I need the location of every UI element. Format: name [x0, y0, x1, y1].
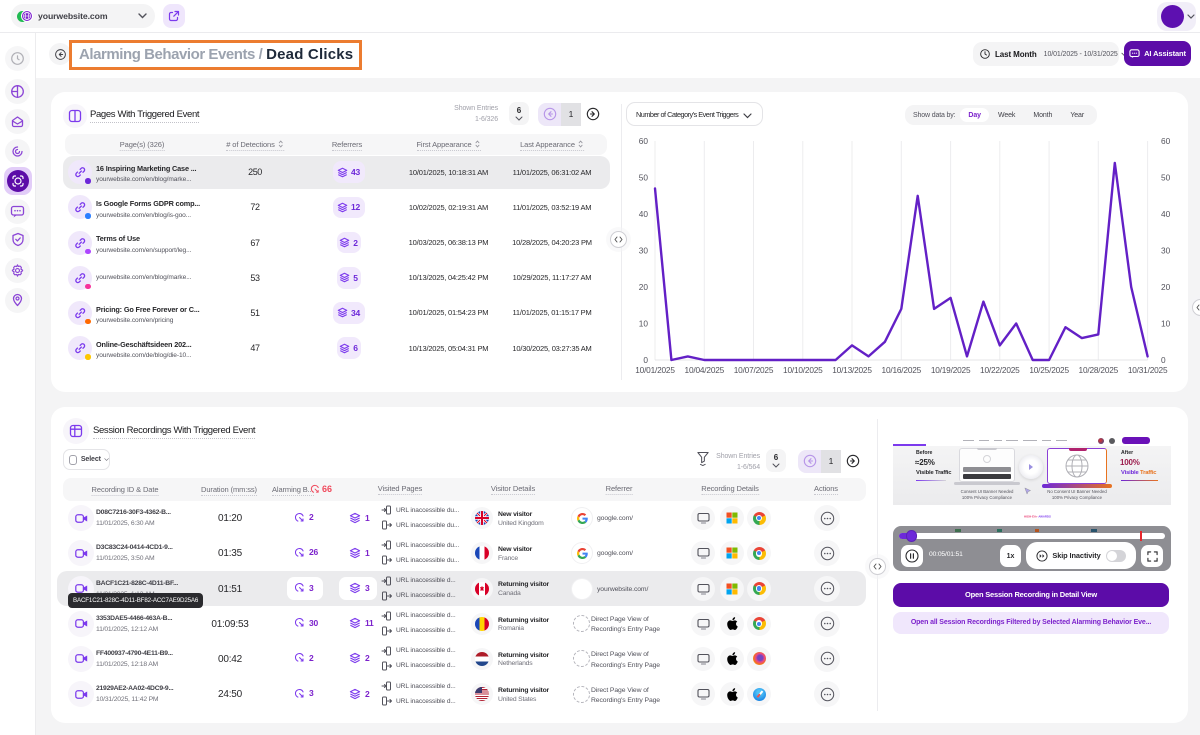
svg-text:40: 40: [1161, 209, 1171, 219]
svg-text:10/13/2025: 10/13/2025: [832, 365, 872, 375]
svg-text:10/07/2025: 10/07/2025: [734, 365, 774, 375]
svg-text:10/25/2025: 10/25/2025: [1029, 365, 1069, 375]
svg-text:10/28/2025: 10/28/2025: [1079, 365, 1119, 375]
svg-text:20: 20: [639, 282, 649, 292]
svg-text:10/01/2025: 10/01/2025: [635, 365, 675, 375]
svg-text:30: 30: [1161, 246, 1171, 256]
svg-text:50: 50: [639, 173, 649, 183]
svg-text:60: 60: [1161, 136, 1171, 146]
svg-text:10/16/2025: 10/16/2025: [882, 365, 922, 375]
svg-text:10/04/2025: 10/04/2025: [685, 365, 725, 375]
svg-text:20: 20: [1161, 282, 1171, 292]
svg-text:50: 50: [1161, 173, 1171, 183]
svg-text:60: 60: [639, 136, 649, 146]
svg-text:40: 40: [639, 209, 649, 219]
svg-text:0: 0: [1161, 355, 1166, 365]
svg-text:0: 0: [643, 355, 648, 365]
svg-text:10/22/2025: 10/22/2025: [980, 365, 1020, 375]
svg-text:10: 10: [1161, 319, 1171, 329]
svg-text:10/31/2025: 10/31/2025: [1128, 365, 1168, 375]
svg-text:10: 10: [639, 319, 649, 329]
svg-text:10/10/2025: 10/10/2025: [783, 365, 823, 375]
svg-text:10/19/2025: 10/19/2025: [931, 365, 971, 375]
svg-text:30: 30: [639, 246, 649, 256]
